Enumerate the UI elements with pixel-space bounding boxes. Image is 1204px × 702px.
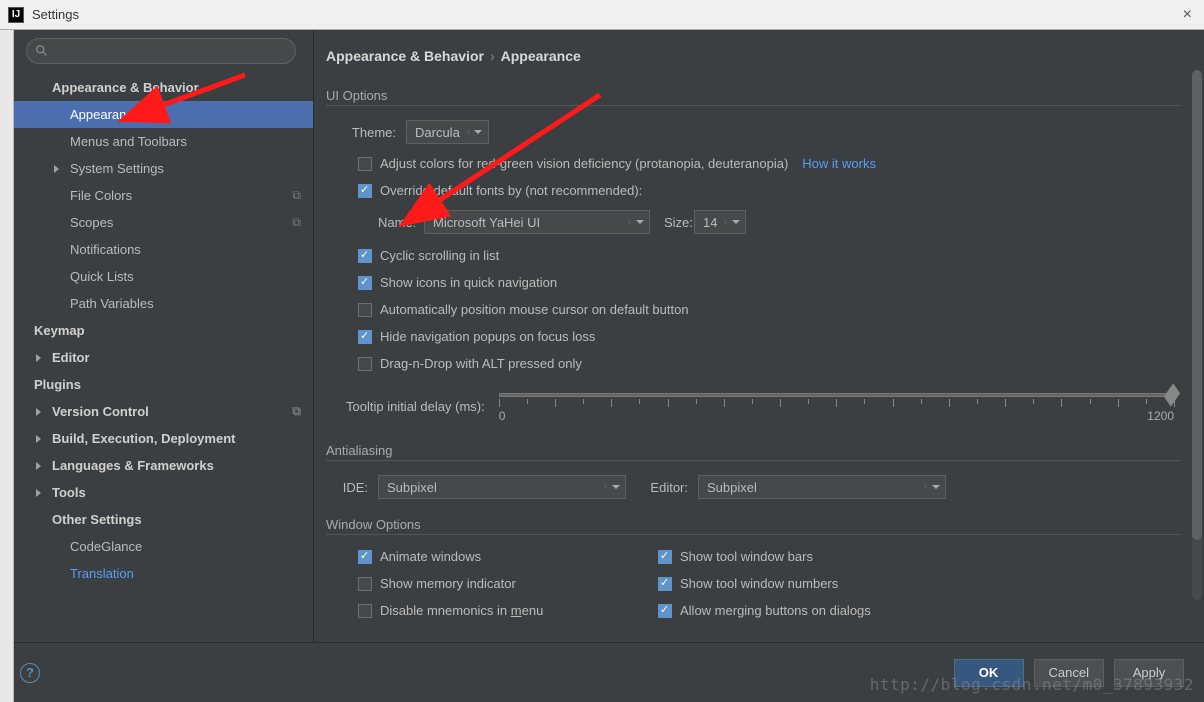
sidebar-item-scopes[interactable]: Scopes⧉ bbox=[14, 209, 313, 236]
sidebar-item-path-variables[interactable]: Path Variables bbox=[14, 290, 313, 317]
aa-ide-combo[interactable]: Subpixel bbox=[378, 475, 626, 499]
theme-label: Theme: bbox=[348, 125, 396, 140]
check-auto-mouse[interactable]: Automatically position mouse cursor on d… bbox=[326, 302, 1180, 317]
close-icon[interactable]: × bbox=[1183, 6, 1192, 24]
chevron-down-icon bbox=[629, 220, 649, 224]
sidebar-item-languages[interactable]: Languages & Frameworks bbox=[14, 452, 313, 479]
sidebar-item-other-settings[interactable]: Other Settings bbox=[14, 506, 313, 533]
aa-ide-label: IDE: bbox=[338, 480, 368, 495]
section-window-options: Window Options bbox=[326, 517, 1180, 535]
check-animate[interactable]: Animate windows bbox=[348, 549, 648, 564]
scrollbar-thumb[interactable] bbox=[1192, 70, 1202, 540]
slider-thumb[interactable] bbox=[1164, 383, 1180, 406]
editor-gutter bbox=[0, 30, 14, 702]
check-merge[interactable]: Allow merging buttons on dialogs bbox=[648, 603, 948, 618]
main-panel: Appearance & Behavior Appearance Menus a… bbox=[14, 30, 1204, 642]
chevron-down-icon bbox=[725, 220, 745, 224]
cancel-button[interactable]: Cancel bbox=[1034, 659, 1104, 687]
check-cyclic[interactable]: Cyclic scrolling in list bbox=[326, 248, 1180, 263]
sidebar: Appearance & Behavior Appearance Menus a… bbox=[14, 30, 314, 642]
breadcrumb: Appearance & Behavior›Appearance bbox=[326, 48, 1180, 64]
content-panel: Appearance & Behavior›Appearance UI Opti… bbox=[314, 30, 1204, 642]
sidebar-item-file-colors[interactable]: File Colors⧉ bbox=[14, 182, 313, 209]
check-drag-drop[interactable]: Drag-n-Drop with ALT pressed only bbox=[326, 356, 1180, 371]
search-icon bbox=[35, 44, 49, 58]
sidebar-item-editor[interactable]: Editor bbox=[14, 344, 313, 371]
chevron-down-icon bbox=[605, 485, 625, 489]
font-name-label: Name: bbox=[378, 215, 424, 230]
sidebar-item-quick-lists[interactable]: Quick Lists bbox=[14, 263, 313, 290]
section-antialiasing: Antialiasing bbox=[326, 443, 1180, 461]
check-hide-nav[interactable]: Hide navigation popups on focus loss bbox=[326, 329, 1180, 344]
font-name-combo[interactable]: Microsoft YaHei UI bbox=[424, 210, 650, 234]
font-size-label: Size: bbox=[664, 215, 694, 230]
sidebar-item-tools[interactable]: Tools bbox=[14, 479, 313, 506]
check-adjust-colors[interactable]: Adjust colors for red-green vision defic… bbox=[326, 156, 1180, 171]
project-icon: ⧉ bbox=[292, 404, 301, 419]
check-memory[interactable]: Show memory indicator bbox=[348, 576, 648, 591]
ok-button[interactable]: OK bbox=[954, 659, 1024, 687]
tooltip-delay-label: Tooltip initial delay (ms): bbox=[346, 399, 485, 414]
titlebar: IJ Settings × bbox=[0, 0, 1204, 30]
sidebar-item-system-settings[interactable]: System Settings bbox=[14, 155, 313, 182]
sidebar-item-translation[interactable]: Translation bbox=[14, 560, 313, 587]
tooltip-delay-slider[interactable]: 0 1200 bbox=[499, 389, 1174, 419]
check-toolbars[interactable]: Show tool window bars bbox=[648, 549, 948, 564]
check-numbers[interactable]: Show tool window numbers bbox=[648, 576, 948, 591]
project-icon: ⧉ bbox=[292, 215, 301, 230]
sidebar-item-appearance[interactable]: Appearance bbox=[14, 101, 313, 128]
how-it-works-link[interactable]: How it works bbox=[802, 156, 876, 171]
check-show-icons[interactable]: Show icons in quick navigation bbox=[326, 275, 1180, 290]
check-override-fonts[interactable]: Override default fonts by (not recommend… bbox=[326, 183, 1180, 198]
sidebar-item-codeglance[interactable]: CodeGlance bbox=[14, 533, 313, 560]
chevron-down-icon bbox=[925, 485, 945, 489]
sidebar-item-menus-toolbars[interactable]: Menus and Toolbars bbox=[14, 128, 313, 155]
help-icon[interactable]: ? bbox=[20, 663, 40, 683]
sidebar-item-plugins[interactable]: Plugins bbox=[14, 371, 313, 398]
scrollbar[interactable] bbox=[1192, 70, 1202, 600]
aa-editor-combo[interactable]: Subpixel bbox=[698, 475, 946, 499]
search-input[interactable] bbox=[26, 38, 296, 64]
sidebar-item-notifications[interactable]: Notifications bbox=[14, 236, 313, 263]
apply-button[interactable]: Apply bbox=[1114, 659, 1184, 687]
check-mnemonics[interactable]: Disable mnemonics in menu bbox=[348, 603, 648, 618]
sidebar-item-version-control[interactable]: Version Control⧉ bbox=[14, 398, 313, 425]
sidebar-item-keymap[interactable]: Keymap bbox=[14, 317, 313, 344]
app-icon: IJ bbox=[8, 7, 24, 23]
chevron-down-icon bbox=[468, 130, 488, 134]
font-size-combo[interactable]: 14 bbox=[694, 210, 746, 234]
section-ui-options: UI Options bbox=[326, 88, 1180, 106]
project-icon: ⧉ bbox=[292, 188, 301, 203]
footer: ? OK Cancel Apply bbox=[0, 642, 1204, 702]
aa-editor-label: Editor: bbox=[644, 480, 688, 495]
sidebar-item-appearance-behavior[interactable]: Appearance & Behavior bbox=[14, 74, 313, 101]
sidebar-item-build[interactable]: Build, Execution, Deployment bbox=[14, 425, 313, 452]
window-title: Settings bbox=[32, 7, 79, 22]
theme-combo[interactable]: Darcula bbox=[406, 120, 489, 144]
settings-tree: Appearance & Behavior Appearance Menus a… bbox=[14, 70, 313, 642]
